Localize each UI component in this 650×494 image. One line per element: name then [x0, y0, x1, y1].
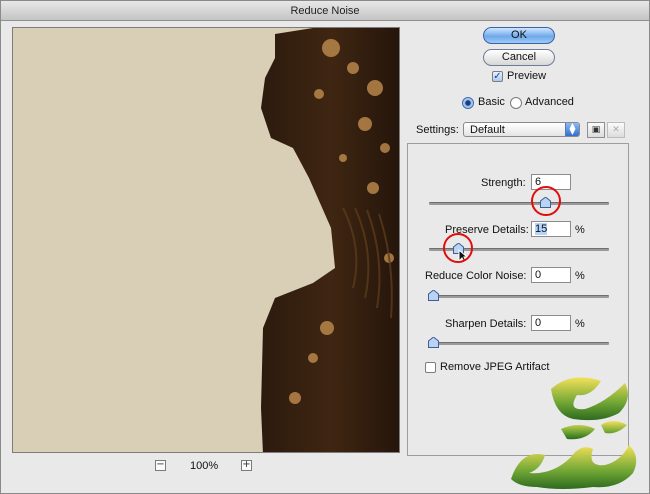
sharpen-details-label: Sharpen Details:	[445, 318, 527, 330]
preview-checkbox[interactable]: ✓	[492, 71, 503, 82]
sharpen-details-slider-track[interactable]	[429, 342, 609, 345]
preserve-details-unit: %	[575, 224, 585, 236]
reduce-color-noise-label: Reduce Color Noise:	[425, 270, 527, 282]
basic-radio[interactable]	[462, 97, 474, 109]
save-settings-icon[interactable]: ▣	[587, 122, 605, 138]
settings-select[interactable]: Default ▲ ▼	[463, 122, 580, 137]
site-logo-watermark	[511, 377, 637, 489]
zoom-bar: − 100% +	[1, 459, 411, 475]
zoom-out-button[interactable]: −	[155, 460, 166, 471]
zoom-level: 100%	[190, 460, 219, 472]
sharpen-details-unit: %	[575, 318, 585, 330]
window-title: Reduce Noise	[1, 1, 649, 21]
reduce-color-noise-slider-thumb[interactable]	[428, 290, 439, 301]
sharpen-details-field[interactable]: 0	[531, 315, 571, 331]
settings-value: Default	[470, 124, 505, 136]
advanced-label: Advanced	[525, 96, 574, 108]
highlight-ring-strength	[531, 186, 561, 216]
basic-label: Basic	[478, 96, 505, 108]
cancel-button[interactable]: Cancel	[483, 49, 555, 66]
preserve-details-value: 15	[535, 223, 548, 235]
preview-pane[interactable]	[12, 27, 400, 453]
zoom-in-button[interactable]: +	[241, 460, 252, 471]
highlight-ring-preserve-details	[443, 233, 473, 263]
strength-label: Strength:	[481, 177, 526, 189]
sharpen-details-value: 0	[535, 317, 542, 329]
advanced-radio[interactable]	[510, 97, 522, 109]
reduce-color-noise-unit: %	[575, 270, 585, 282]
remove-jpeg-artifact-checkbox[interactable]	[425, 362, 436, 373]
settings-label: Settings:	[413, 124, 462, 136]
preserve-details-field[interactable]: 15	[531, 221, 571, 237]
reduce-color-noise-value: 0	[535, 269, 542, 281]
preview-label: Preview	[507, 70, 547, 82]
sharpen-details-slider-thumb[interactable]	[428, 337, 439, 348]
ok-button[interactable]: OK	[483, 27, 555, 44]
strength-slider-track[interactable]	[429, 202, 609, 205]
reduce-color-noise-slider-track[interactable]	[429, 295, 609, 298]
reduce-color-noise-field[interactable]: 0	[531, 267, 571, 283]
chevron-updown-icon: ▲ ▼	[565, 122, 579, 136]
trash-icon[interactable]: ✕	[607, 122, 625, 138]
reduce-noise-dialog: Reduce Noise − 100% + OK Cancel ✓ Previe…	[0, 0, 650, 494]
preview-image	[13, 28, 399, 452]
